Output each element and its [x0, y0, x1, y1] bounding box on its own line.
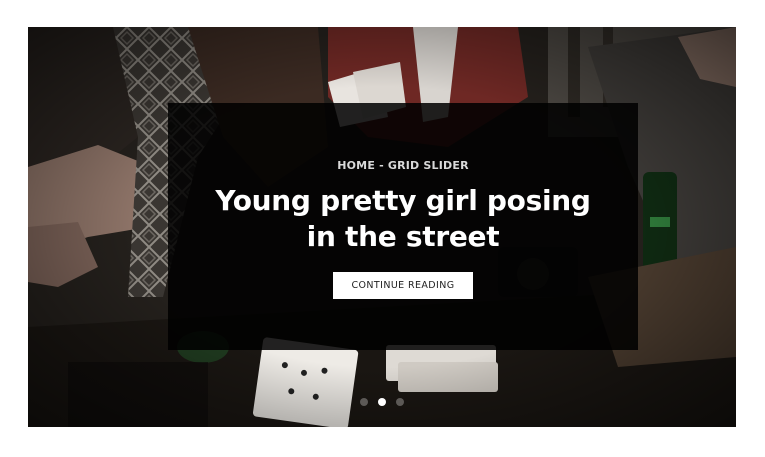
slide-caption: HOME - GRID SLIDER Young pretty girl pos… — [168, 103, 638, 350]
continue-reading-button[interactable]: CONTINUE READING — [333, 272, 473, 299]
page: HOME - GRID SLIDER Young pretty girl pos… — [0, 0, 765, 457]
slider-pagination — [28, 398, 736, 408]
slide-category[interactable]: HOME - GRID SLIDER — [168, 159, 638, 172]
pagination-dot-1[interactable] — [360, 398, 368, 406]
grid-slider[interactable]: HOME - GRID SLIDER Young pretty girl pos… — [28, 27, 736, 427]
pagination-dot-3[interactable] — [396, 398, 404, 406]
pagination-dot-2-active[interactable] — [378, 398, 386, 406]
slide-title[interactable]: Young pretty girl posing in the street — [208, 183, 598, 255]
